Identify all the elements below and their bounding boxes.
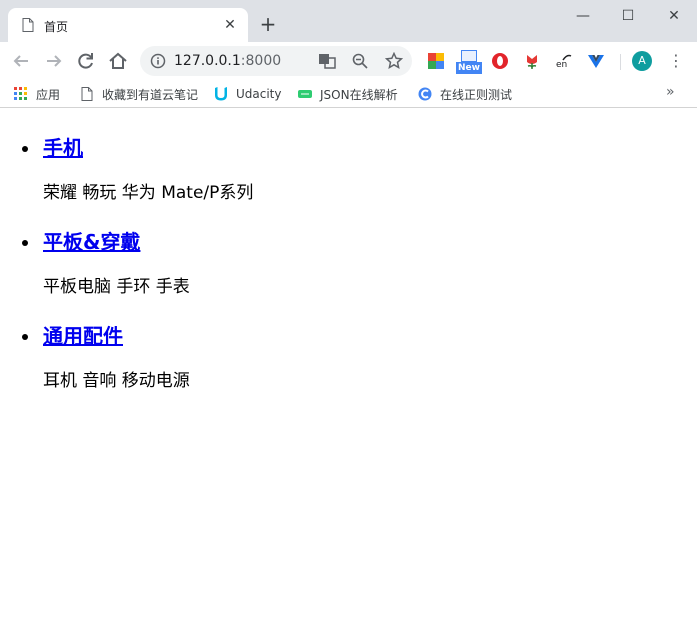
maximize-button[interactable]: ☐ <box>618 6 638 26</box>
en-extension-icon[interactable]: en <box>555 52 573 70</box>
svg-text:en: en <box>556 60 567 70</box>
new-badge: New <box>456 62 482 74</box>
drive-extension-icon[interactable] <box>427 52 445 70</box>
reload-icon[interactable] <box>75 50 97 72</box>
bullet <box>22 240 28 246</box>
category-link-accessories[interactable]: 通用配件 <box>43 321 253 351</box>
category-link-tablet-wearable[interactable]: 平板&穿戴 <box>43 227 253 257</box>
bookmark-label: 收藏到有道云笔记 <box>102 87 199 102</box>
list-item: 手机 荣耀 畅玩 华为 Mate/P系列 <box>22 133 254 227</box>
bookmark-json[interactable]: JSON在线解析 <box>298 86 398 102</box>
translate-icon[interactable] <box>318 52 336 70</box>
apps-grid-icon <box>14 87 27 100</box>
bookmark-udacity[interactable]: Udacity <box>214 86 282 102</box>
browser-toolbar: 127.0.0.1:8000 New en A ⋮ <box>0 42 697 80</box>
tab-strip: 首页 ✕ + — ☐ ✕ <box>0 0 697 42</box>
bullet <box>22 146 28 152</box>
udacity-icon <box>215 87 227 101</box>
tab-title: 首页 <box>44 20 69 34</box>
bookmark-label: 在线正则测试 <box>440 87 513 102</box>
address-bar[interactable]: 127.0.0.1:8000 <box>140 46 412 76</box>
json-icon <box>298 90 312 98</box>
page-icon <box>22 18 34 32</box>
category-description: 荣耀 畅玩 华为 Mate/P系列 <box>43 183 254 203</box>
bookmark-youdao[interactable]: 收藏到有道云笔记 <box>80 86 198 102</box>
info-icon[interactable] <box>150 53 166 69</box>
bookmark-label: JSON在线解析 <box>320 87 398 102</box>
close-window-button[interactable]: ✕ <box>664 6 684 26</box>
forward-icon[interactable] <box>43 50 65 72</box>
list-item: 通用配件 耳机 音响 移动电源 <box>22 321 253 415</box>
regex-icon <box>418 87 432 101</box>
url-text[interactable]: 127.0.0.1:8000 <box>174 53 281 69</box>
new-tab-button[interactable]: + <box>258 14 278 34</box>
list-item: 平板&穿戴 平板电脑 手环 手表 <box>22 227 253 321</box>
bullet <box>22 334 28 340</box>
profile-avatar[interactable]: A <box>632 51 652 71</box>
bookmarks-more-icon[interactable]: » <box>666 84 675 100</box>
back-icon[interactable] <box>10 50 32 72</box>
category-description: 耳机 音响 移动电源 <box>43 371 190 391</box>
page-content: 手机 荣耀 畅玩 华为 Mate/P系列 平板&穿戴 平板电脑 手环 手表 通用… <box>0 109 697 622</box>
tulip-extension-icon[interactable] <box>523 52 541 70</box>
menu-icon[interactable]: ⋮ <box>668 51 684 71</box>
toolbar-divider <box>620 54 621 70</box>
bookmark-star-icon[interactable] <box>385 52 403 70</box>
bookmark-regex[interactable]: 在线正则测试 <box>418 86 512 102</box>
category-list: 手机 荣耀 畅玩 华为 Mate/P系列 平板&穿戴 平板电脑 手环 手表 通用… <box>22 133 254 415</box>
category-link-phone[interactable]: 手机 <box>43 133 253 163</box>
home-icon[interactable] <box>107 50 129 72</box>
bookmark-apps[interactable]: 应用 <box>14 86 60 102</box>
minimize-button[interactable]: — <box>573 6 593 26</box>
page-icon <box>81 87 93 101</box>
bookmark-label: Udacity <box>236 87 282 101</box>
new-extension-icon[interactable]: New <box>456 50 482 76</box>
category-description: 平板电脑 手环 手表 <box>43 277 190 297</box>
zoom-icon[interactable] <box>351 52 369 70</box>
tab-active[interactable]: 首页 ✕ <box>8 8 248 42</box>
vue-extension-icon[interactable] <box>587 52 605 70</box>
close-tab-icon[interactable]: ✕ <box>222 17 238 33</box>
bookmarks-bar: 应用 收藏到有道云笔记 Udacity JSON在线解析 在线正则测试 » <box>0 80 697 108</box>
bookmark-label: 应用 <box>36 87 61 102</box>
opera-extension-icon[interactable] <box>491 52 509 70</box>
